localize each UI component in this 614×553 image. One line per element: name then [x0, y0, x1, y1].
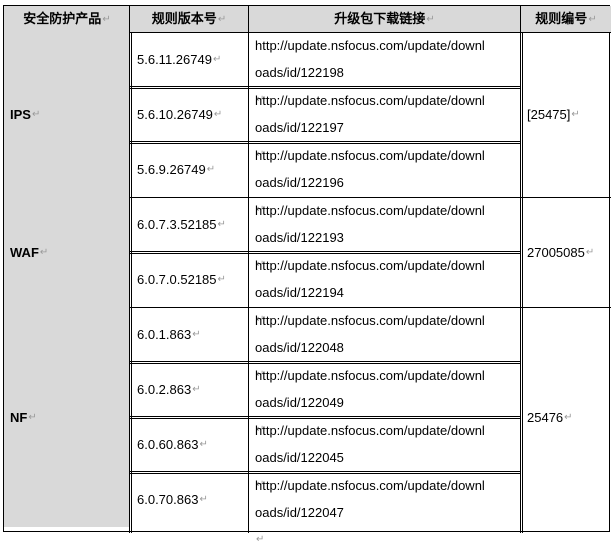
- paragraph-mark-icon: ↵: [102, 13, 111, 25]
- paragraph-mark-icon: ↵: [192, 384, 201, 395]
- download-link-line2: oads/id/122198 ↵: [255, 59, 521, 105]
- paragraph-mark-icon: ↵: [426, 13, 435, 25]
- rule-version-cell: 6.0.2.863 ↵: [130, 362, 248, 417]
- download-link-line2: oads/id/122194 ↵: [255, 279, 521, 325]
- download-link-line2: oads/id/122048 ↵: [255, 334, 521, 380]
- rule-update-table: 安全防护产品 ↵ 规则版本号 ↵ 升级包下载链接 ↵ 规则编号 ↵ 5.6.11.26749 ↵ h…: [3, 5, 611, 545]
- download-link-cell: http://update.nsfocus.com/update/downl oa…: [248, 197, 521, 270]
- rule-version-cell: 5.6.11.26749 ↵: [130, 32, 248, 87]
- rule-version-cell: 5.6.10.26749 ↵: [130, 87, 248, 142]
- rule-version: 6.0.7.0.52185: [137, 272, 217, 287]
- rule-version-cell: 6.0.60.863 ↵: [130, 417, 248, 472]
- paragraph-mark-icon: ↵: [564, 411, 573, 423]
- product-name: IPS: [10, 107, 31, 122]
- download-link-cell: http://update.nsfocus.com/update/downl oa…: [248, 472, 521, 545]
- rule-id-cell: 27005085 ↵: [521, 197, 611, 307]
- header-label: 规则编号: [535, 11, 588, 27]
- rule-id: 27005085: [527, 244, 585, 260]
- rule-version-cell: 6.0.7.0.52185 ↵: [130, 252, 248, 307]
- paragraph-mark-icon: ↵: [217, 274, 226, 285]
- paragraph-mark-icon: ↵: [256, 534, 265, 545]
- download-link-line2: oads/id/122193 ↵: [255, 224, 521, 270]
- download-link-cell: http://update.nsfocus.com/update/downl oa…: [248, 252, 521, 325]
- rule-version-cell: 6.0.1.863 ↵: [130, 307, 248, 362]
- rule-id-cell: [25475] ↵: [521, 32, 611, 197]
- download-link-line1: http://update.nsfocus.com/update/downl: [255, 368, 485, 383]
- download-link-line1: http://update.nsfocus.com/update/downl: [255, 313, 485, 328]
- column-divider: [131, 32, 132, 533]
- download-link-cell: http://update.nsfocus.com/update/downl oa…: [248, 417, 521, 490]
- download-link-cell: http://update.nsfocus.com/update/downl oa…: [248, 32, 521, 105]
- header-label: 升级包下载链接: [334, 11, 426, 27]
- product-name: NF: [10, 409, 28, 425]
- paragraph-mark-icon: ↵: [28, 411, 37, 423]
- download-link-line1: http://update.nsfocus.com/update/downl: [255, 478, 485, 493]
- download-link-cell: http://update.nsfocus.com/update/downl oa…: [248, 307, 521, 380]
- download-link-line2: oads/id/122045 ↵: [255, 444, 521, 490]
- rule-id-cell: 25476 ↵: [521, 307, 611, 527]
- rule-version-cell: 6.0.70.863 ↵: [130, 472, 248, 527]
- rule-version: 6.0.70.863: [137, 492, 199, 507]
- header-version: 规则版本号 ↵: [130, 6, 248, 32]
- rule-version: 5.6.9.26749: [137, 162, 206, 177]
- column-divider: [129, 6, 130, 533]
- download-link-line2: oads/id/122197 ↵: [255, 114, 521, 160]
- rule-version: 5.6.10.26749: [137, 107, 213, 122]
- download-link-line1: http://update.nsfocus.com/update/downl: [255, 258, 485, 273]
- paragraph-mark-icon: ↵: [199, 494, 208, 505]
- paragraph-mark-icon: ↵: [212, 54, 222, 65]
- download-link-cell: http://update.nsfocus.com/update/downl oa…: [248, 362, 521, 435]
- download-link-cell: http://update.nsfocus.com/update/downl oa…: [248, 142, 521, 215]
- header-link: 升级包下载链接 ↵: [248, 6, 521, 32]
- paragraph-mark-icon: ↵: [39, 246, 49, 258]
- download-link-line1: http://update.nsfocus.com/update/downl: [255, 423, 485, 438]
- paragraph-mark-icon: ↵: [217, 219, 226, 230]
- download-link-line1: http://update.nsfocus.com/update/downl: [255, 38, 485, 53]
- product-cell-ips: IPS ↵: [4, 32, 130, 197]
- paragraph-mark-icon: ↵: [571, 109, 580, 120]
- rule-version-cell: 6.0.7.3.52185 ↵: [130, 197, 248, 252]
- paragraph-mark-icon: ↵: [585, 246, 595, 258]
- paragraph-mark-icon: ↵: [206, 164, 216, 175]
- download-link-line2: oads/id/122196 ↵: [255, 169, 521, 215]
- paragraph-mark-icon: ↵: [199, 439, 208, 450]
- rule-id: 25476: [527, 409, 564, 425]
- header-product: 安全防护产品 ↵: [4, 6, 130, 32]
- product-cell-nf: NF ↵: [4, 307, 130, 527]
- rule-version: 6.0.7.3.52185: [137, 217, 217, 232]
- column-divider: [520, 6, 521, 533]
- download-link-line1: http://update.nsfocus.com/update/downl: [255, 93, 485, 108]
- download-link-line1: http://update.nsfocus.com/update/downl: [255, 203, 485, 218]
- product-cell-waf: WAF ↵: [4, 197, 130, 307]
- rule-version: 6.0.2.863: [137, 382, 192, 397]
- rule-version-cell: 5.6.9.26749 ↵: [130, 142, 248, 197]
- paragraph-mark-icon: ↵: [217, 13, 227, 25]
- download-link-cell: http://update.nsfocus.com/update/downl oa…: [248, 87, 521, 160]
- column-divider: [522, 32, 523, 533]
- download-link-line2: oads/id/122047 ↵: [255, 499, 521, 545]
- download-link-line2: oads/id/122049 ↵: [255, 389, 521, 435]
- rule-version: 6.0.60.863: [137, 437, 199, 452]
- paragraph-mark-icon: ↵: [588, 13, 597, 25]
- rule-version: 5.6.11.26749: [137, 52, 212, 67]
- paragraph-mark-icon: ↵: [213, 109, 223, 120]
- column-divider: [248, 6, 249, 533]
- header-label: 规则版本号: [151, 11, 217, 27]
- header-rule-id: 规则编号 ↵: [521, 6, 611, 32]
- rule-id: [25475]: [527, 107, 571, 122]
- paragraph-mark-icon: ↵: [192, 329, 201, 340]
- product-name: WAF: [10, 244, 39, 260]
- paragraph-mark-icon: ↵: [31, 109, 41, 120]
- header-label: 安全防护产品: [23, 11, 102, 27]
- rule-version: 6.0.1.863: [137, 327, 192, 342]
- download-link-line1: http://update.nsfocus.com/update/downl: [255, 148, 485, 163]
